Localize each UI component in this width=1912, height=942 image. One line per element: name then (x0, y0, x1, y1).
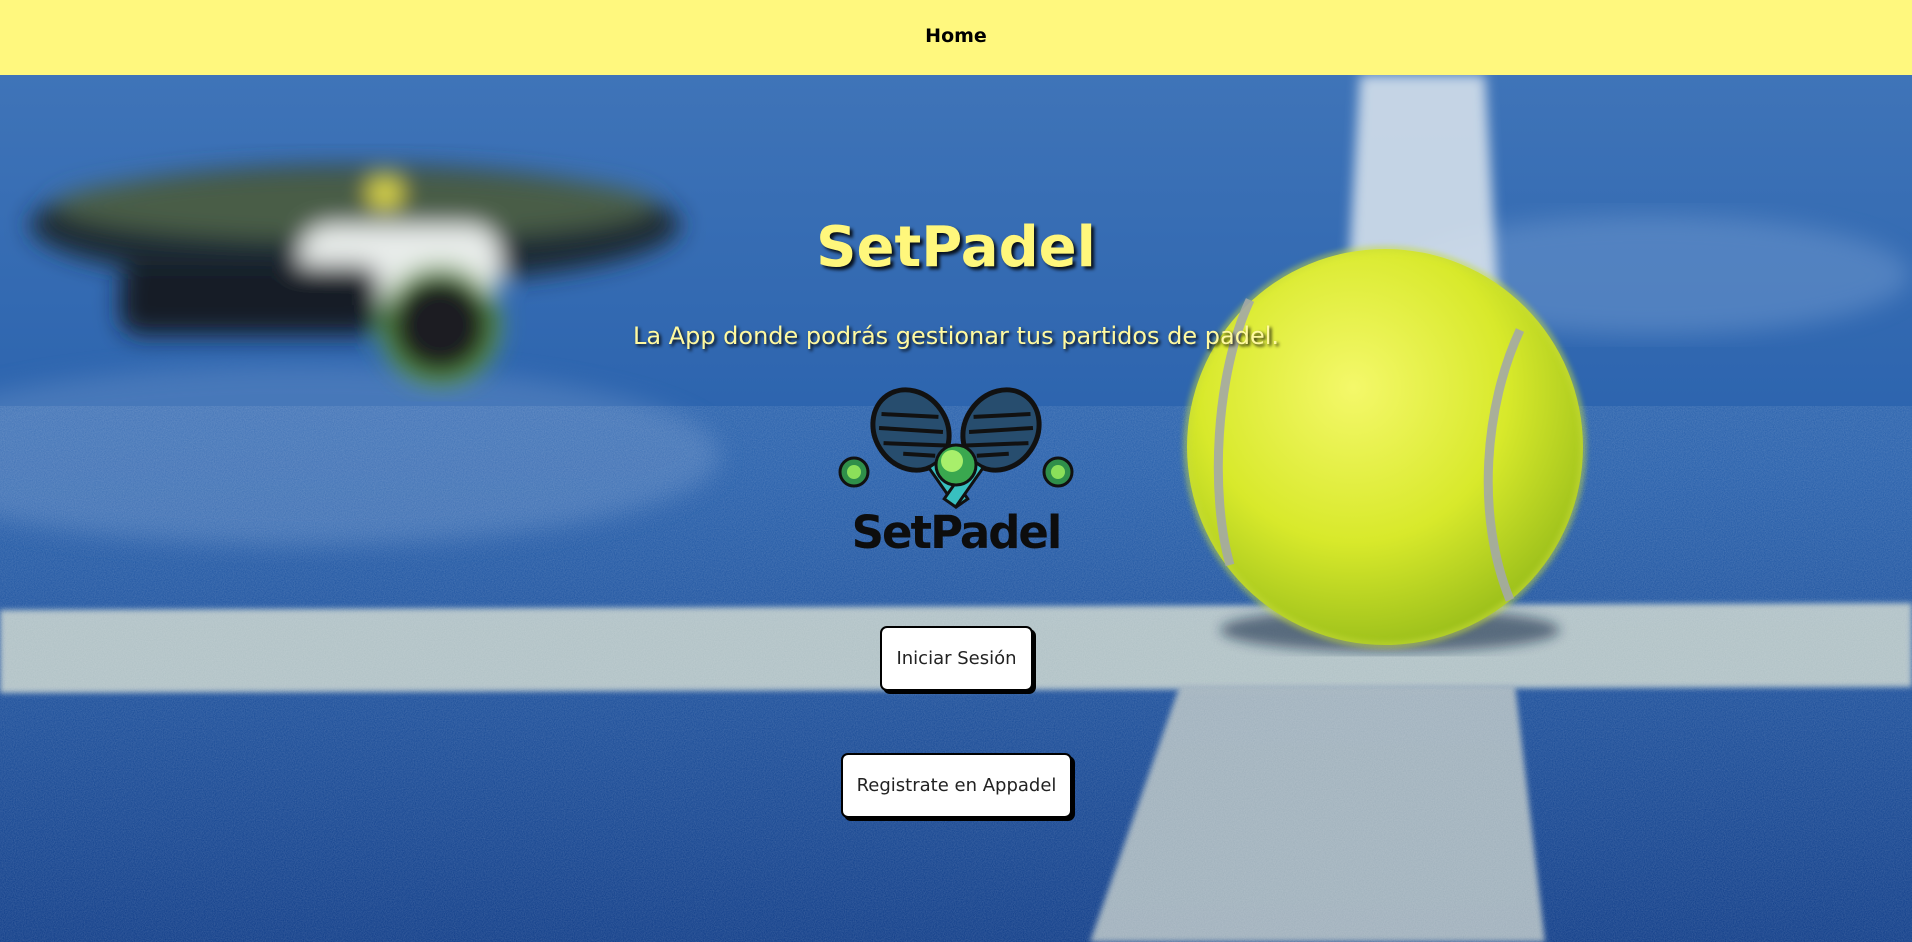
register-button[interactable]: Registrate en Appadel (841, 753, 1072, 818)
landing-page: Home SetPadel La App donde podrás gestio… (0, 0, 1912, 942)
login-button[interactable]: Iniciar Sesión (880, 626, 1033, 691)
hero-section: SetPadel La App donde podrás gestionar t… (0, 75, 1912, 942)
app-tagline: La App donde podrás gestionar tus partid… (632, 322, 1280, 350)
setpadel-logo: SetPadel (836, 385, 1076, 565)
logo-wordmark: SetPadel (851, 506, 1063, 559)
crossed-rackets-with-ball-icon (838, 387, 1074, 510)
top-navbar: Home (0, 0, 1912, 75)
hero-content: SetPadel La App donde podrás gestionar t… (0, 75, 1912, 942)
app-title: SetPadel (816, 215, 1096, 280)
nav-home-link[interactable]: Home (925, 25, 987, 47)
